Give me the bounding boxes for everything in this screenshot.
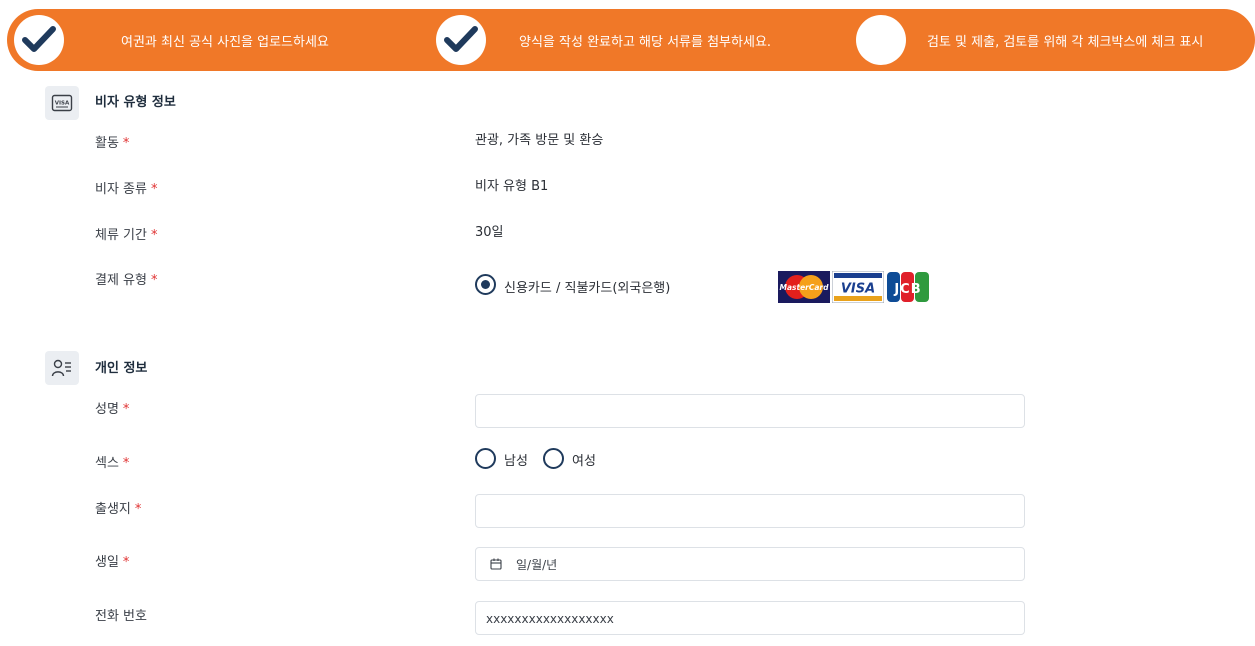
visa-type-value: 비자 유형 B1 [475, 179, 549, 194]
payment-type-label: 결제 유형 * [95, 273, 158, 288]
calendar-icon [490, 558, 502, 573]
person-list-icon [45, 351, 79, 385]
step-3-empty-circle-icon [856, 15, 906, 65]
svg-text:MasterCard: MasterCard [780, 283, 830, 292]
step-3-label: 검토 및 제출, 검토를 위해 각 체크박스에 체크 표시 [927, 35, 1204, 50]
steps-progress-bar: 여권과 최신 공식 사진을 업로드하세요 양식을 작성 완료하고 해당 서류를 … [7, 9, 1255, 71]
sex-female-label[interactable]: 여성 [572, 450, 596, 469]
visa-card-icon: VISA [45, 86, 79, 120]
jcb-logo: JCB [886, 271, 930, 303]
sex-label: 섹스 * [95, 456, 130, 471]
step-1-label: 여권과 최신 공식 사진을 업로드하세요 [121, 35, 329, 50]
birthday-input[interactable]: 일/월/년 [475, 547, 1025, 581]
stay-duration-value: 30일 [475, 225, 504, 240]
birthday-placeholder: 일/월/년 [516, 558, 558, 572]
step-2-check-icon [436, 15, 486, 65]
sex-male-label[interactable]: 남성 [504, 450, 528, 469]
svg-text:VISA: VISA [841, 282, 875, 297]
phone-label: 전화 번호 [95, 609, 147, 624]
mastercard-logo: MasterCard [778, 271, 830, 303]
sex-male-radio[interactable] [475, 448, 496, 469]
svg-text:JCB: JCB [893, 282, 921, 297]
stay-duration-label: 체류 기간 * [95, 228, 158, 243]
payment-card-radio[interactable] [475, 274, 496, 295]
birthday-label: 생일 * [95, 555, 130, 570]
phone-placeholder: xxxxxxxxxxxxxxxxxx [486, 612, 614, 626]
birthplace-input[interactable] [475, 494, 1025, 528]
personal-section-title: 개인 정보 [95, 361, 148, 376]
svg-text:VISA: VISA [55, 101, 70, 107]
activity-label: 활동 * [95, 136, 130, 151]
sex-female-radio[interactable] [543, 448, 564, 469]
full-name-input[interactable] [475, 394, 1025, 428]
birthplace-label: 출생지 * [95, 502, 142, 517]
phone-input[interactable]: xxxxxxxxxxxxxxxxxx [475, 601, 1025, 635]
visa-section-title: 비자 유형 정보 [95, 95, 176, 110]
payment-card-label[interactable]: 신용카드 / 직불카드(외국은행) [504, 277, 670, 296]
visa-logo: VISA [831, 270, 885, 304]
visa-type-label: 비자 종류 * [95, 182, 158, 197]
step-2-label: 양식을 작성 완료하고 해당 서류를 첨부하세요. [519, 35, 772, 50]
activity-value: 관광, 가족 방문 및 환승 [475, 133, 604, 148]
step-1-check-icon [14, 15, 64, 65]
full-name-label: 성명 * [95, 402, 130, 417]
